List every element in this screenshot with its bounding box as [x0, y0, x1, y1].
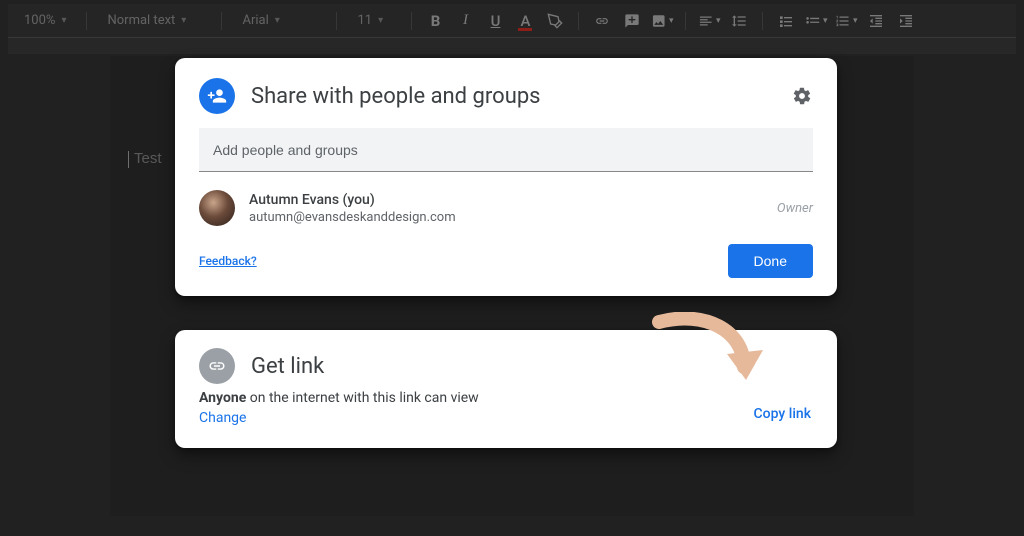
- person-add-icon: [199, 78, 235, 114]
- person-email: autumn@evansdeskanddesign.com: [249, 210, 763, 225]
- person-role: Owner: [777, 201, 813, 216]
- link-desc-bold: Anyone: [199, 390, 246, 406]
- share-dialog-title: Share with people and groups: [251, 84, 775, 109]
- share-dialog: Share with people and groups Autumn Evan…: [175, 58, 837, 296]
- settings-button[interactable]: [791, 85, 813, 107]
- copy-link-button[interactable]: Copy link: [754, 406, 811, 422]
- add-people-field-wrapper[interactable]: [199, 128, 813, 172]
- done-button[interactable]: Done: [728, 244, 813, 278]
- person-row: Autumn Evans (you) autumn@evansdeskandde…: [199, 186, 813, 240]
- add-people-input[interactable]: [213, 142, 799, 158]
- avatar: [199, 190, 235, 226]
- feedback-link[interactable]: Feedback?: [199, 254, 257, 268]
- change-link[interactable]: Change: [199, 410, 246, 426]
- person-name: Autumn Evans (you): [249, 192, 763, 208]
- link-description: Anyone on the internet with this link ca…: [199, 390, 813, 406]
- link-desc-rest: on the internet with this link can view: [246, 390, 478, 406]
- get-link-card: Get link Anyone on the internet with thi…: [175, 330, 837, 448]
- link-icon: [199, 348, 235, 384]
- get-link-title: Get link: [251, 354, 813, 379]
